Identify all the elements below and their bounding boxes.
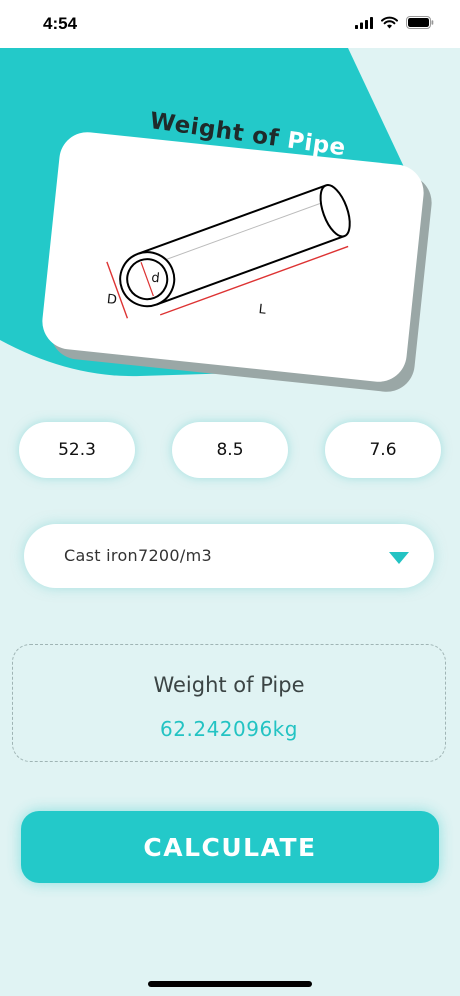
inner-diameter-label: d: [151, 271, 161, 287]
cellular-signal-icon: [355, 14, 373, 33]
length-label: L: [258, 302, 268, 318]
dropdown-arrow-icon[interactable]: [388, 550, 410, 569]
outer-diameter-field[interactable]: [19, 422, 135, 478]
wifi-icon: [381, 14, 398, 33]
battery-icon: [406, 14, 434, 33]
pipe-diagram: D d L: [106, 184, 351, 319]
status-time: 4:54: [43, 14, 78, 33]
inner-diameter-field[interactable]: [172, 422, 288, 478]
result-box: Weight of Pipe 62.242096kg: [12, 644, 446, 762]
material-selected-value: Cast iron7200/m3: [64, 546, 212, 565]
calculate-button[interactable]: CALCULATE: [21, 811, 439, 883]
home-indicator: [148, 981, 312, 987]
result-value: 62.242096kg: [160, 717, 298, 741]
material-select[interactable]: Cast iron7200/m3: [24, 524, 434, 588]
outer-diameter-label: D: [106, 292, 118, 308]
status-bar: 4:54: [0, 0, 460, 48]
outer-diameter-input[interactable]: [19, 439, 135, 461]
result-title: Weight of Pipe: [153, 673, 305, 697]
inner-diameter-input[interactable]: [172, 439, 288, 461]
length-input[interactable]: [325, 439, 441, 461]
length-field[interactable]: [325, 422, 441, 478]
pipe-diagram-card: D d L: [39, 129, 427, 385]
status-icons: [355, 14, 434, 33]
